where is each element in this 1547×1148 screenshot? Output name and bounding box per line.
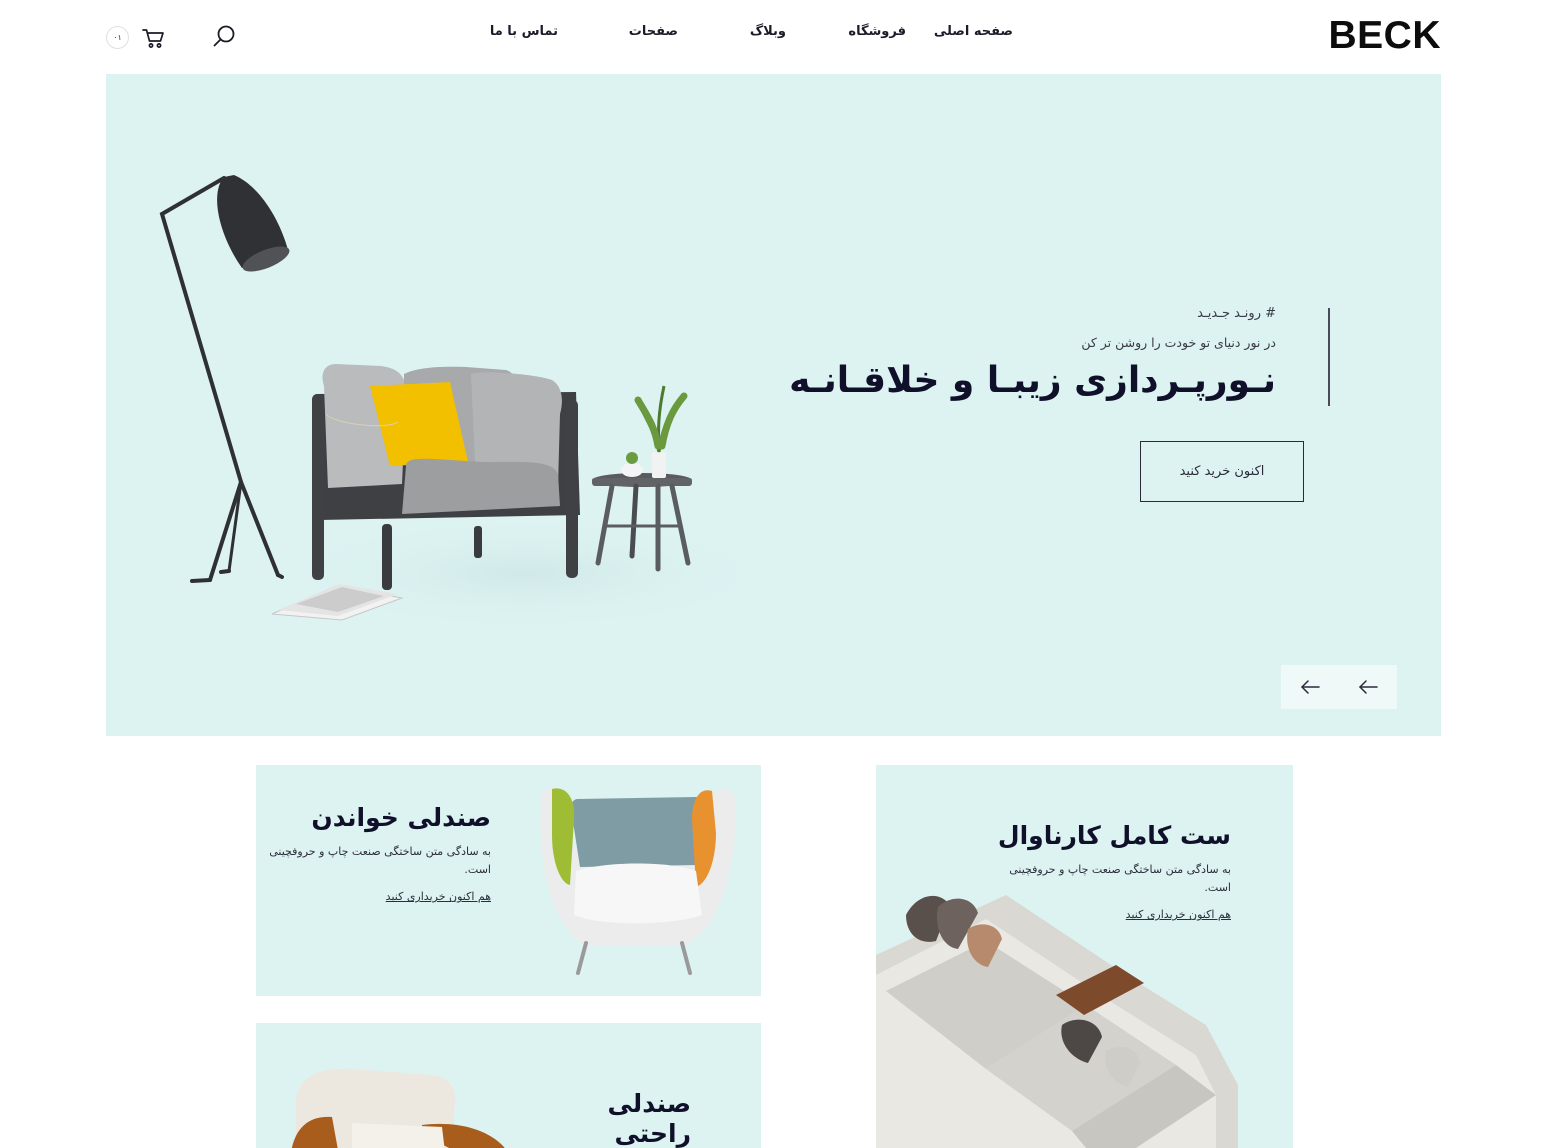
slider-prev-button[interactable] bbox=[1281, 665, 1339, 709]
category-card-reading-chair[interactable]: صندلی خواندن به سادگی متن ساختگی صنعت چا… bbox=[256, 765, 761, 996]
card-description: به سادگی متن ساختگی صنعت چاپ و حروفچینی … bbox=[269, 845, 491, 876]
arrow-left-icon bbox=[1359, 680, 1378, 694]
site-header: BECK صفحه اصلی فروشگاه وبلاگ صفحات تماس … bbox=[0, 0, 1547, 74]
nav-item-home[interactable]: صفحه اصلی bbox=[934, 24, 1013, 39]
category-card-comfort-chair[interactable]: صندلی راحتی bbox=[256, 1023, 761, 1148]
buy-now-link[interactable]: هم اکنون خریداری کنید bbox=[386, 890, 491, 903]
nav-item-blog[interactable]: وبلاگ bbox=[750, 24, 786, 39]
category-card-sofa-set[interactable]: ست کامل کارناوال به سادگی متن ساختگی صنع… bbox=[876, 765, 1293, 1148]
card-description: به سادگی متن ساختگی صنعت چاپ و حروفچینی … bbox=[1009, 863, 1231, 894]
hero-accent-bar bbox=[1328, 308, 1330, 406]
hero-slider: # رونـد جـدیـد در نور دنیای تو خودت را ر… bbox=[106, 74, 1441, 736]
card-title: صندلی راحتی bbox=[607, 1089, 691, 1148]
plant bbox=[621, 385, 688, 478]
hero-content: # رونـد جـدیـد در نور دنیای تو خودت را ر… bbox=[784, 306, 1304, 401]
comfort-chair-text: صندلی راحتی bbox=[491, 1089, 691, 1148]
nav-item-contact[interactable]: تماس با ما bbox=[490, 24, 558, 39]
nav-item-pages[interactable]: صفحات bbox=[629, 24, 678, 39]
hero-subtitle: در نور دنیای تو خودت را روشن تر کن bbox=[1081, 335, 1276, 350]
nav-item-shop[interactable]: فروشگاه bbox=[848, 24, 906, 39]
slider-next-button[interactable] bbox=[1339, 665, 1397, 709]
reading-chair-image bbox=[540, 787, 736, 975]
card-title: صندلی خواندن bbox=[311, 803, 491, 832]
arrow-left-icon bbox=[1301, 680, 1320, 694]
comfort-chair-image bbox=[291, 1068, 505, 1148]
search-icon[interactable] bbox=[210, 22, 238, 50]
card-title: ست کامل کارناوال bbox=[997, 821, 1231, 850]
cart-count-badge: ۰۱ bbox=[106, 26, 129, 49]
buy-now-link[interactable]: هم اکنون خریداری کنید bbox=[1126, 908, 1231, 921]
hero-furniture-image bbox=[159, 175, 786, 634]
shop-now-button[interactable]: اکنون خرید کنید bbox=[1140, 441, 1304, 502]
hero-title: نـورپـردازی زیبـا و خلاقـانـه bbox=[789, 360, 1276, 401]
hero-tag: # رونـد جـدیـد bbox=[1197, 306, 1276, 321]
cart-icon[interactable] bbox=[140, 26, 166, 50]
brand-logo[interactable]: BECK bbox=[1328, 14, 1441, 58]
sofa-set-text: ست کامل کارناوال به سادگی متن ساختگی صنع… bbox=[991, 821, 1231, 922]
reading-chair-text: صندلی خواندن به سادگی متن ساختگی صنعت چا… bbox=[261, 803, 491, 904]
